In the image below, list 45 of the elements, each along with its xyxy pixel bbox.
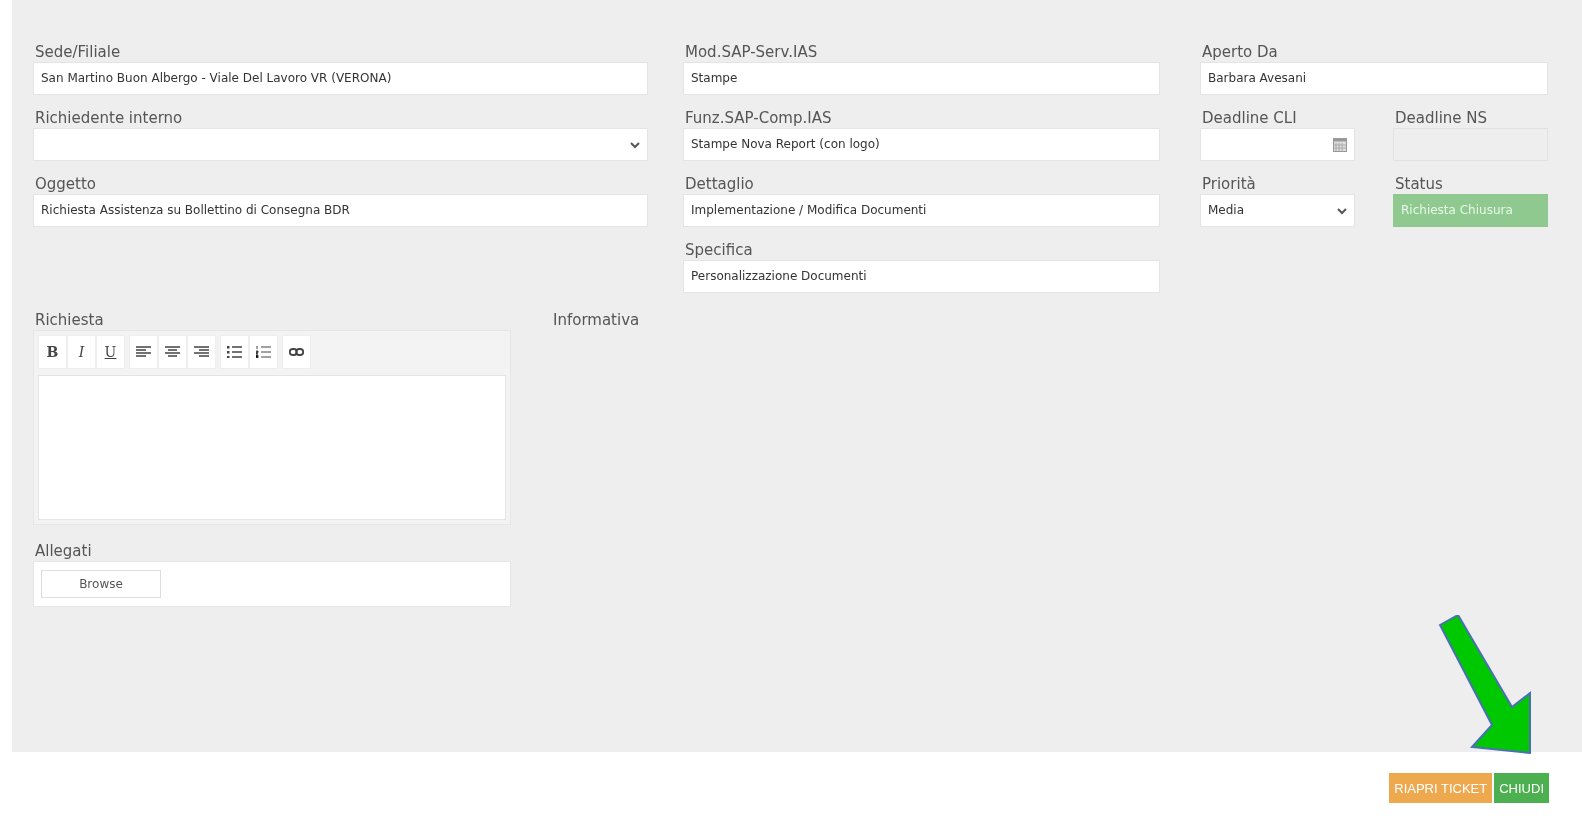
align-right-icon (194, 346, 209, 358)
field-label: Mod.SAP-Serv.IAS (685, 42, 819, 62)
bullet-list-icon (227, 346, 242, 358)
underline-button[interactable]: U (96, 335, 125, 369)
link-icon (289, 346, 304, 358)
field-label: Sede/Filiale (35, 42, 122, 62)
align-center-button[interactable] (158, 335, 187, 369)
date-field[interactable] (1200, 128, 1355, 161)
field-label: Deadline CLI (1202, 108, 1298, 128)
text-field[interactable]: Personalizzazione Documenti (683, 260, 1160, 293)
text-field[interactable]: Stampe Nova Report (con logo) (683, 128, 1160, 161)
status-badge: Richiesta Chiusura (1393, 194, 1548, 227)
field-label: Aperto Da (1202, 42, 1279, 62)
field-label: Deadline NS (1395, 108, 1489, 128)
field-label: Priorità (1202, 174, 1257, 194)
align-right-button[interactable] (187, 335, 216, 369)
chevron-down-icon (1337, 206, 1347, 215)
text-field[interactable]: Richiesta Assistenza su Bollettino di Consegna BDR (33, 194, 648, 227)
bold-button[interactable]: B (38, 335, 67, 369)
field-label: Specifica (685, 240, 754, 260)
calendar-icon (1333, 137, 1347, 152)
numbered-list-icon (256, 346, 271, 358)
selected-value: Media (1208, 202, 1245, 219)
align-left-icon (136, 346, 151, 358)
italic-button[interactable]: I (67, 335, 96, 369)
link-button[interactable] (282, 335, 311, 369)
field-label: Allegati (35, 541, 93, 561)
text-field[interactable]: Stampe (683, 62, 1160, 95)
text-field[interactable]: Barbara Avesani (1200, 62, 1548, 95)
field-label: Richiesta (35, 310, 105, 330)
align-center-icon (165, 346, 180, 358)
dropdown-field[interactable] (33, 128, 648, 161)
text-field[interactable]: Implementazione / Modifica Documenti (683, 194, 1160, 227)
field-label: Richiedente interno (35, 108, 184, 128)
align-left-button[interactable] (129, 335, 158, 369)
dropdown-field[interactable]: Media (1200, 194, 1355, 227)
bullet-list-button[interactable] (220, 335, 249, 369)
chevron-down-icon (630, 140, 640, 149)
text-field[interactable]: San Martino Buon Albergo - Viale Del Lavoro VR (VERONA) (33, 62, 648, 95)
field-label: Dettaglio (685, 174, 755, 194)
browse-button[interactable]: Browse (41, 570, 161, 598)
section-label: Informativa (553, 310, 640, 330)
field-label: Funz.SAP-Comp.IAS (685, 108, 833, 128)
field-label: Status (1395, 174, 1444, 194)
field-label: Oggetto (35, 174, 98, 194)
